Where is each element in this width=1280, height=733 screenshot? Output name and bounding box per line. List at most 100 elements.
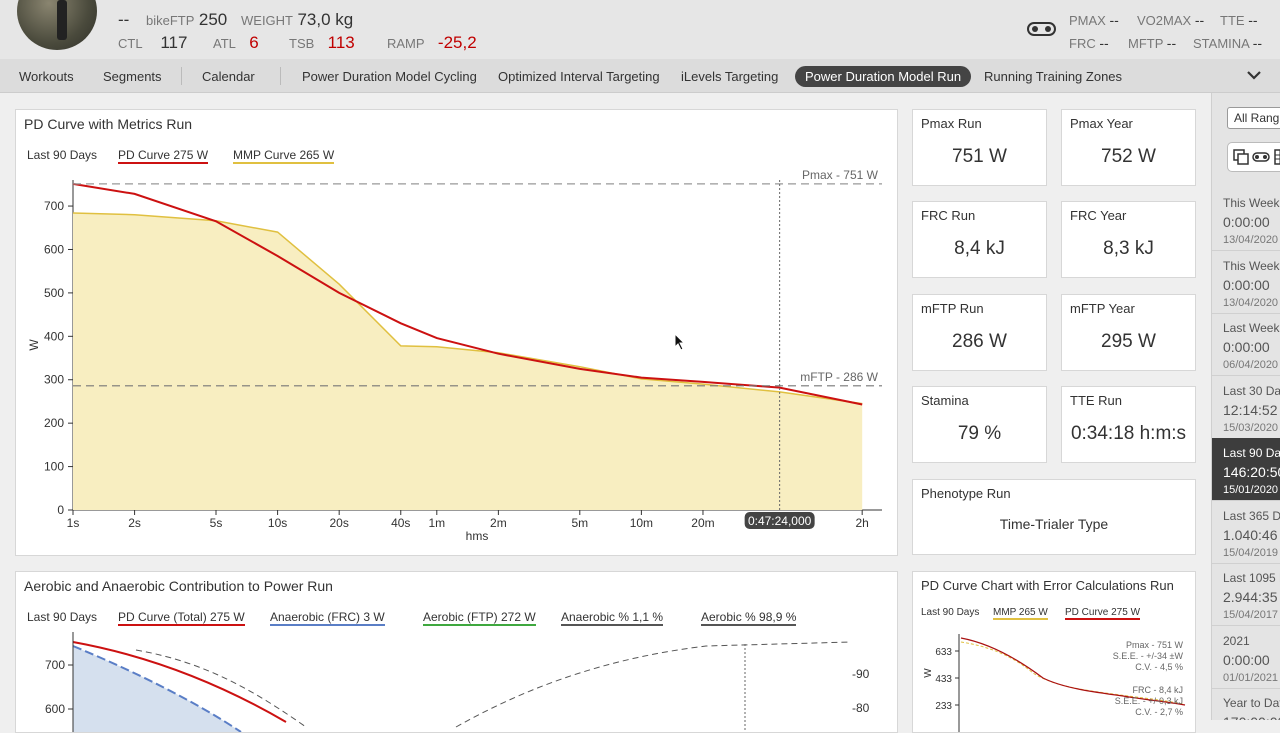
view-toggle-group [1227, 142, 1280, 172]
card-value: 751 W [952, 146, 1007, 167]
card-value: 8,4 kJ [954, 238, 1005, 259]
tab-running-training-zones[interactable]: Running Training Zones [974, 66, 1132, 87]
card-value: 752 W [1101, 146, 1156, 167]
sidebar-range-item[interactable]: Last Week 0:00:00 06/04/2020 [1212, 313, 1280, 376]
range-duration: 0:00:00 [1223, 276, 1270, 293]
legend-aerobic-ftp[interactable]: Aerobic (FTP) 272 W [423, 610, 536, 626]
card-title: Pmax Year [1070, 116, 1133, 131]
phenotype-value: Time-Trialer Type [999, 516, 1109, 532]
x-tick-label: 40s [391, 516, 410, 530]
sidebar-range-item[interactable]: This Week 0:00:00 13/04/2020 [1212, 251, 1280, 314]
avatar[interactable] [17, 0, 97, 50]
y-tick-label: 400 [44, 329, 64, 343]
nav-divider [280, 67, 281, 85]
tab-optimized-interval-targeting[interactable]: Optimized Interval Targeting [488, 66, 670, 87]
phenotype-card[interactable]: Phenotype Run Time-Trialer Type [912, 479, 1196, 555]
card-frc-year[interactable]: FRC Year 8,3 kJ [1061, 201, 1196, 278]
weight-metric: WEIGHT 73,0 kg [241, 10, 354, 29]
range-duration: 0:00:00 [1223, 214, 1270, 230]
card-pmax-run[interactable]: Pmax Run 751 W [912, 109, 1047, 186]
legend-pd-curve[interactable]: PD Curve 275 W [1065, 607, 1141, 620]
sidebar-range-item[interactable]: Last 30 Days 12:14:52 15/03/2020 [1212, 376, 1280, 439]
grid-icon[interactable] [1274, 149, 1280, 165]
see-note: S.E.E. - +/-34 ±W [1113, 651, 1184, 661]
sidebar-range-item[interactable]: 2021 0:00:00 01/01/2021 [1212, 626, 1280, 689]
nav-bar: Workouts Segments Calendar Power Duratio… [0, 59, 1280, 93]
range-duration: 2.944:35 [1223, 589, 1278, 605]
card-title: Phenotype Run [921, 486, 1011, 501]
legend-mmp[interactable]: MMP 265 W [993, 607, 1048, 620]
tab-workouts[interactable]: Workouts [9, 66, 84, 87]
card-title: FRC Run [921, 208, 976, 223]
range-start-date: 15/04/2019 [1223, 546, 1279, 559]
panel-title: PD Curve Chart with Error Calculations R… [921, 578, 1174, 593]
y-tick-label: 0 [57, 503, 64, 517]
y-tick-label: 300 [44, 373, 64, 387]
sidebar-range-item[interactable]: Last 1095 Days 2.944:35 15/04/2017 [1212, 563, 1280, 626]
legend-anaerobic-pct[interactable]: Anaerobic % 1,1 % [561, 610, 664, 626]
legend-anaerobic-frc[interactable]: Anaerobic (FRC) 3 W [270, 610, 385, 626]
mftp-reference-label: mFTP - 286 W [800, 370, 878, 384]
card-mftp-run[interactable]: mFTP Run 286 W [912, 294, 1047, 371]
pd-curve-chart[interactable]: 0 100 200 300 400 500 600 700 1s 2s 5s 10s 20s 40s 1m… [16, 150, 895, 553]
card-pmax-year[interactable]: Pmax Year 752 W [1061, 109, 1196, 186]
frc-top-metric: FRC -- [1069, 35, 1109, 51]
atl-metric: ATL 6 [213, 33, 259, 52]
chevron-down-icon[interactable] [1247, 70, 1261, 80]
link-chain-icon[interactable] [1027, 22, 1056, 36]
copy-icon[interactable] [1233, 149, 1249, 165]
tab-power-duration-model-run[interactable]: Power Duration Model Run [795, 66, 972, 87]
pmax-note: Pmax - 751 W [1126, 640, 1184, 650]
card-tte-run[interactable]: TTE Run 0:34:18 h:m:s [1061, 386, 1196, 463]
x-tick-label: 1s [67, 516, 80, 530]
mftp-top-metric: MFTP -- [1128, 35, 1177, 51]
error-calc-panel: PD Curve Chart with Error Calculations R… [912, 571, 1196, 733]
tte-top-metric: TTE -- [1220, 12, 1258, 28]
cv2-note: C.V. - 2,7 % [1135, 707, 1183, 717]
card-stamina[interactable]: Stamina 79 % [912, 386, 1047, 463]
card-mftp-year[interactable]: mFTP Year 295 W [1061, 294, 1196, 371]
sidebar-range-item[interactable]: Last 365 Days 1.040:46 15/04/2019 [1212, 501, 1280, 564]
link-chain-icon[interactable] [1252, 151, 1270, 163]
range-start-date: 13/04/2020 [1223, 234, 1279, 246]
legend-aerobic-pct[interactable]: Aerobic % 98,9 % [701, 610, 797, 626]
y2-tick-label: -80 [852, 701, 870, 715]
tab-calendar[interactable]: Calendar [192, 66, 265, 87]
x-tick-label: 20m [691, 516, 714, 530]
sidebar-range-item[interactable]: Last 90 Days 146:20:50 15/01/2020 [1212, 438, 1280, 501]
tab-power-duration-model-cycling[interactable]: Power Duration Model Cycling [292, 66, 487, 87]
legend-pd-total[interactable]: PD Curve (Total) 275 W [118, 610, 245, 626]
x-tick-label: 2h [855, 516, 868, 530]
card-frc-run[interactable]: FRC Run 8,4 kJ [912, 201, 1047, 278]
pmax-top-metric: PMAX -- [1069, 12, 1119, 28]
range-duration: 12:14:52 [1223, 401, 1278, 418]
tab-ilevels-targeting[interactable]: iLevels Targeting [671, 66, 788, 87]
card-title: TTE Run [1070, 393, 1123, 408]
sidebar-range-item[interactable]: Year to Date 170:00:00 [1212, 688, 1280, 720]
y-tick-label: 600 [45, 702, 65, 716]
y-axis-label: W [27, 339, 41, 351]
range-select-button[interactable]: All Rang [1227, 107, 1280, 129]
tab-segments[interactable]: Segments [93, 66, 172, 87]
y-tick-label: 100 [44, 460, 64, 474]
ramp-metric: RAMP -25,2 [387, 33, 477, 52]
card-title: mFTP Year [1070, 301, 1135, 316]
cursor-time-tag: 0:47:24,000 [744, 512, 815, 529]
frc-note: FRC - 8,4 kJ [1132, 685, 1183, 695]
cv-note: C.V. - 4,5 % [1135, 662, 1183, 672]
x-tick-label: 20s [329, 516, 348, 530]
date-range-label[interactable]: Last 90 Days [27, 610, 97, 624]
date-range-sidebar: All Rang This Week 0:00:00 13/04/2020 This … [1211, 93, 1280, 720]
date-range-label[interactable]: Last 90 Days [921, 607, 979, 618]
contribution-chart[interactable]: 700 600 -90 -80 [16, 632, 895, 732]
y-tick-label: 200 [44, 416, 64, 430]
x-tick-label: 1m [428, 516, 445, 530]
range-duration: 170:00:00 [1223, 714, 1280, 720]
range-duration: 0:00:00 [1223, 651, 1270, 668]
card-value: 295 W [1101, 331, 1156, 352]
range-label: Last 90 Days [1223, 446, 1280, 460]
range-start-date: 15/01/2020 [1223, 484, 1279, 496]
range-start-date: 15/04/2017 [1223, 609, 1279, 621]
error-calc-chart[interactable]: 633 433 233 W Pmax - 751 W S.E.E. - +/-3… [913, 628, 1195, 732]
sidebar-range-item[interactable]: This Week 0:00:00 13/04/2020 [1212, 188, 1280, 251]
